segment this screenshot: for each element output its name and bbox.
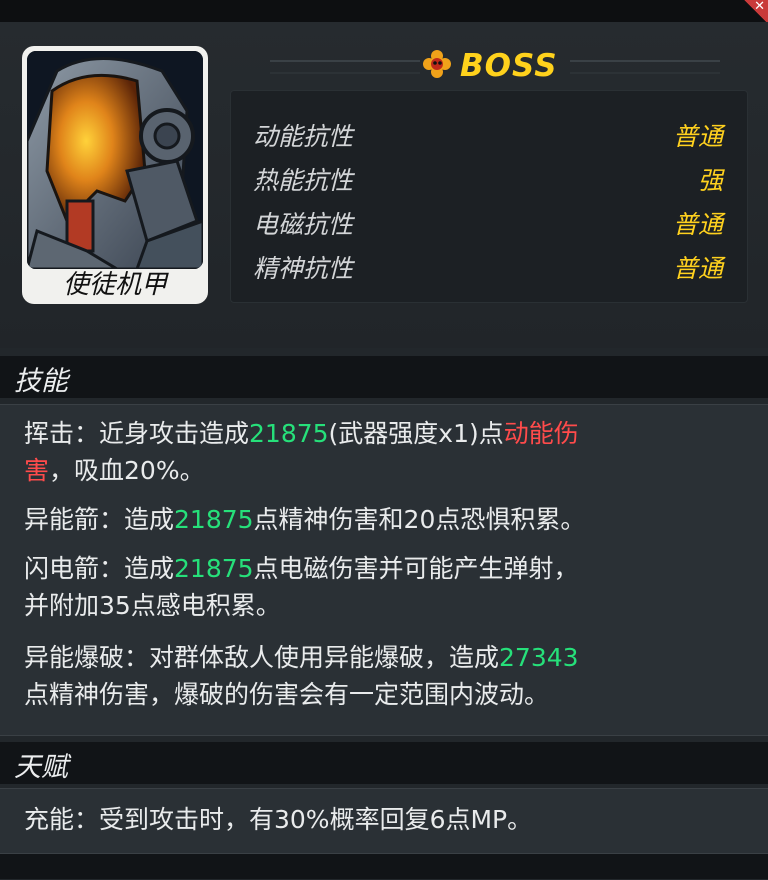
talent-section-title: 天赋 <box>14 752 68 783</box>
skill-entry: 闪电箭：造成21875点电磁伤害并可能产生弹射， 并附加35点感电积累。 <box>24 550 736 624</box>
skill-entry: 异能箭：造成21875点精神伤害和20点恐惧积累。 <box>24 501 736 538</box>
skill-text: 点电磁伤害并可能产生弹射， <box>253 554 579 583</box>
skill-line: 异能箭：造成21875点精神伤害和20点恐惧积累。 <box>24 501 736 538</box>
damage-type: 害 <box>24 456 50 485</box>
talent-box: 充能：受到攻击时，有30%概率回复6点MP。 <box>0 788 768 854</box>
resistance-row: 精神抗性 普通 <box>231 243 747 287</box>
skill-line: 异能爆破：对群体敌人使用异能爆破，造成27343 <box>24 639 736 676</box>
resistance-label: 精神抗性 <box>253 254 354 283</box>
damage-value: 21875 <box>249 419 329 448</box>
skill-line: 闪电箭：造成21875点电磁伤害并可能产生弹射， <box>24 550 736 587</box>
resistance-label: 电磁抗性 <box>253 210 354 239</box>
boss-divider-right <box>570 60 720 74</box>
close-icon: ✕ <box>754 0 765 14</box>
skill-text: 异能爆破：对群体敌人使用异能爆破，造成 <box>24 643 500 672</box>
skill-entry: 异能爆破：对群体敌人使用异能爆破，造成27343 点精神伤害，爆破的伤害会有一定… <box>24 639 736 713</box>
skill-line: 害，吸血20%。 <box>24 452 736 489</box>
boss-divider-left <box>270 60 420 74</box>
resistance-table: 动能抗性 普通 热能抗性 强 电磁抗性 普通 精神抗性 普通 <box>230 90 748 303</box>
skill-text: 并附加35点感电积累。 <box>24 591 281 620</box>
skill-line: 挥击：近身攻击造成21875(武器强度x1)点动能伤 <box>24 415 736 452</box>
skills-section-header: 技能 <box>0 356 768 398</box>
skill-text: 异能箭：造成 <box>24 505 175 534</box>
damage-value: 21875 <box>174 505 254 534</box>
skills-section-title: 技能 <box>14 366 68 397</box>
skill-text: 点精神伤害和20点恐惧积累。 <box>253 505 586 534</box>
boss-flower-icon <box>420 47 454 85</box>
damage-type: 动能伤 <box>503 419 579 448</box>
damage-value: 27343 <box>499 643 579 672</box>
boss-rank-label: BOSS <box>460 48 558 84</box>
resistance-label: 动能抗性 <box>253 122 354 151</box>
skill-line: 点精神伤害，爆破的伤害会有一定范围内波动。 <box>24 676 736 713</box>
talent-entry: 充能：受到攻击时，有30%概率回复6点MP。 <box>24 805 533 834</box>
skill-text: 点精神伤害，爆破的伤害会有一定范围内波动。 <box>24 680 550 709</box>
resistance-value: 强 <box>697 166 723 195</box>
skill-text: (武器强度x1)点 <box>328 419 504 448</box>
close-button[interactable]: ✕ <box>742 0 768 22</box>
boss-badge: BOSS <box>420 44 558 88</box>
enemy-portrait-card: 使徒机甲 <box>22 46 208 304</box>
skill-entry: 挥击：近身攻击造成21875(武器强度x1)点动能伤 害，吸血20%。 <box>24 415 736 489</box>
resistance-value: 普通 <box>672 122 723 151</box>
skill-text: 闪电箭：造成 <box>24 554 175 583</box>
enemy-name: 使徒机甲 <box>62 270 167 300</box>
skill-text: 挥击：近身攻击造成 <box>24 419 250 448</box>
resistance-value: 普通 <box>672 210 723 239</box>
resistance-row: 热能抗性 强 <box>231 155 747 199</box>
top-strip <box>0 0 768 22</box>
skill-text: ，吸血20%。 <box>49 456 205 485</box>
resistance-row: 动能抗性 普通 <box>231 111 747 155</box>
resistance-value: 普通 <box>672 254 723 283</box>
resistance-row: 电磁抗性 普通 <box>231 199 747 243</box>
talent-section-header: 天赋 <box>0 742 768 784</box>
resistance-label: 热能抗性 <box>253 166 354 195</box>
skills-list: 挥击：近身攻击造成21875(武器强度x1)点动能伤 害，吸血20%。 异能箭：… <box>0 404 768 736</box>
mech-portrait-image <box>27 51 203 269</box>
damage-value: 21875 <box>174 554 254 583</box>
skill-line: 并附加35点感电积累。 <box>24 587 736 624</box>
panel-bottom-edge <box>0 854 768 879</box>
